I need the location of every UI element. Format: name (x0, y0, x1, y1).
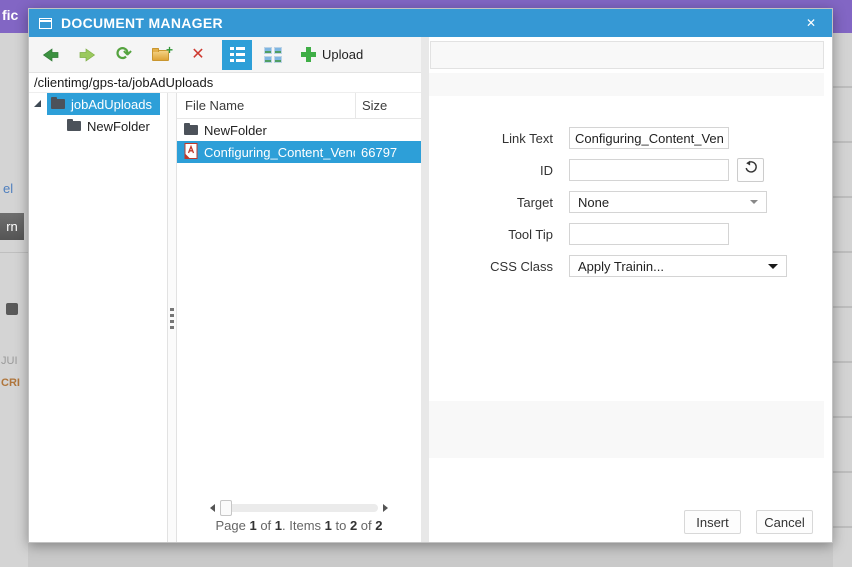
folder-icon (51, 97, 65, 109)
properties-header-strip (429, 73, 824, 96)
browser-region: ⟳ + ✕ Upload /clientimg/gps-ta/jobAdUplo… (29, 37, 421, 542)
delete-button[interactable]: ✕ (185, 41, 211, 69)
pdf-file-icon (184, 142, 198, 162)
css-class-label: CSS Class (490, 258, 553, 274)
list-view-icon (229, 47, 245, 62)
tree-expander-icon[interactable] (34, 99, 41, 107)
upload-plus-icon (301, 47, 316, 62)
panel-divider (421, 37, 429, 542)
scroll-left-icon[interactable] (210, 504, 215, 512)
browser-content: jobAdUploads NewFolder File Name Size Ne… (29, 93, 421, 542)
pager-status: Page 1 of 1. Items 1 to 2 of 2 (215, 518, 383, 533)
rotate-icon (743, 160, 758, 180)
thumbnail-view-button[interactable] (260, 40, 286, 70)
background-link-fragment: el (3, 181, 14, 196)
target-dropdown[interactable]: None (569, 191, 767, 213)
background-header-text: fic (2, 7, 19, 23)
file-list-panel: File Name Size NewFolder Configuring_Con… (177, 93, 421, 542)
file-row-pdf[interactable]: Configuring_Content_Vendo 66797 (177, 141, 421, 163)
scrollbar-thumb[interactable] (220, 500, 232, 516)
document-manager-dialog: DOCUMENT MANAGER ✕ ⟳ + ✕ Upload /clienti… (28, 8, 833, 543)
refresh-icon: ⟳ (116, 44, 132, 65)
new-folder-icon: + (152, 43, 173, 61)
insert-button[interactable]: Insert (684, 510, 741, 534)
generate-id-button[interactable] (737, 158, 764, 182)
chevron-down-icon (750, 200, 758, 204)
tool-tip-input[interactable] (569, 223, 729, 245)
tree-node-jobaduploads[interactable]: jobAdUploads (29, 93, 167, 115)
dialog-titlebar[interactable]: DOCUMENT MANAGER ✕ (29, 9, 832, 37)
tree-node-newfolder[interactable]: NewFolder (29, 115, 167, 137)
file-row-newfolder[interactable]: NewFolder (177, 119, 421, 141)
back-button[interactable] (37, 41, 63, 69)
delete-x-icon: ✕ (191, 45, 205, 63)
link-text-label: Link Text (501, 130, 553, 146)
folder-tree: jobAdUploads NewFolder (29, 93, 167, 542)
folder-icon (67, 119, 81, 131)
toolbar: ⟳ + ✕ Upload (29, 37, 421, 73)
upload-label: Upload (322, 47, 364, 62)
current-path: /clientimg/gps-ta/jobAdUploads (29, 73, 421, 93)
column-header-file-name[interactable]: File Name (177, 93, 355, 118)
background-small-icon (6, 303, 18, 315)
upload-button[interactable]: Upload (301, 47, 363, 62)
column-header-size[interactable]: Size (355, 93, 421, 118)
back-arrow-icon (42, 47, 59, 62)
horizontal-scrollbar (177, 500, 421, 516)
background-left-edge: el rn JUI CRI (0, 33, 28, 567)
properties-toolbar-area (430, 41, 824, 69)
thumbnail-view-icon (264, 46, 282, 63)
tool-tip-label: Tool Tip (508, 226, 553, 242)
forward-arrow-icon (79, 47, 96, 62)
background-right-edge (833, 33, 852, 567)
link-properties-form: Link Text ID Target Non (429, 127, 824, 287)
target-label: Target (516, 194, 553, 210)
folder-icon (184, 123, 198, 135)
background-button-fragment: rn (0, 213, 24, 240)
window-icon (39, 17, 52, 29)
id-label: ID (540, 162, 553, 178)
list-view-button[interactable] (222, 39, 252, 70)
properties-panel: Link Text ID Target Non (429, 37, 832, 542)
scrollbar-track[interactable] (220, 500, 378, 516)
background-divider (0, 252, 28, 253)
new-folder-button[interactable]: + (148, 41, 174, 69)
panel-splitter[interactable] (167, 93, 177, 542)
close-icon[interactable]: ✕ (800, 14, 822, 32)
forward-button[interactable] (74, 41, 100, 69)
link-text-input[interactable] (569, 127, 729, 149)
file-list-header: File Name Size (177, 93, 421, 119)
splitter-grip-icon (170, 308, 174, 331)
refresh-button[interactable]: ⟳ (111, 41, 137, 69)
background-label-1: JUI (1, 355, 18, 367)
scroll-right-icon[interactable] (383, 504, 388, 512)
css-class-dropdown[interactable]: Apply Trainin... (569, 255, 787, 277)
properties-footer-strip (429, 401, 824, 458)
id-input[interactable] (569, 159, 729, 181)
background-label-2: CRI (1, 377, 20, 389)
chevron-down-icon (768, 263, 778, 269)
cancel-button[interactable]: Cancel (756, 510, 813, 534)
dialog-title: DOCUMENT MANAGER (61, 15, 223, 31)
